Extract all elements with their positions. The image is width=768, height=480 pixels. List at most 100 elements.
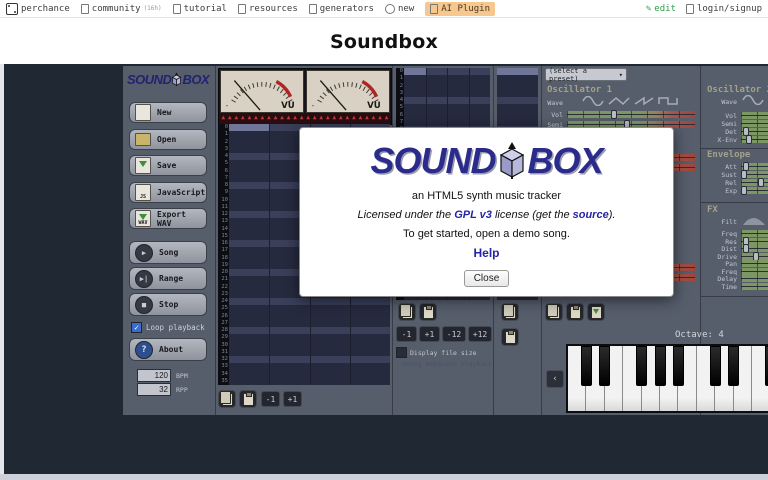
grid-cell[interactable] <box>447 89 469 97</box>
fx-freq-slider[interactable] <box>741 230 768 237</box>
source-link[interactable]: source <box>573 209 609 221</box>
grid-cell[interactable] <box>269 370 309 378</box>
grid-cell[interactable] <box>468 97 491 105</box>
nav-link-resources[interactable]: resources <box>237 3 298 14</box>
grid-cell[interactable] <box>404 104 426 111</box>
black-key[interactable] <box>728 346 740 387</box>
grid-cell[interactable] <box>229 291 269 298</box>
fx-pan-slider[interactable] <box>741 260 768 267</box>
grid-cell[interactable] <box>229 160 269 167</box>
grid-cell[interactable] <box>425 97 448 105</box>
grid-cell[interactable] <box>404 119 426 126</box>
preset-select[interactable]: (select a preset) ▾ <box>545 67 627 83</box>
grid-cell[interactable] <box>229 211 269 218</box>
nav-link-tutorial[interactable]: tutorial <box>172 3 227 14</box>
fx-dist-slider[interactable] <box>741 244 768 253</box>
fx-drive-slider[interactable] <box>741 251 768 261</box>
grid-cell[interactable] <box>447 97 469 105</box>
display-file-size-checkbox[interactable]: Display file size <box>396 347 477 358</box>
range-button[interactable]: ▶| Range <box>129 267 207 290</box>
grid-cell[interactable] <box>309 377 350 385</box>
grid-cell[interactable] <box>425 68 448 76</box>
grid-cell[interactable] <box>497 104 538 111</box>
pattern-paste-button[interactable] <box>419 303 437 321</box>
stop-button[interactable]: ■ Stop <box>129 293 207 316</box>
grid-cell[interactable] <box>468 75 491 83</box>
grid-cell[interactable] <box>229 146 269 153</box>
grid-cell[interactable] <box>229 168 269 175</box>
envelope-sust-slider[interactable] <box>741 170 768 179</box>
grid-cell[interactable] <box>229 204 269 211</box>
grid-cell[interactable] <box>229 189 269 196</box>
grid-cell[interactable] <box>447 82 469 90</box>
grid-cell[interactable] <box>229 371 269 378</box>
grid-cell[interactable] <box>309 341 350 349</box>
fxtrack-paste-button[interactable] <box>501 328 519 346</box>
grid-cell[interactable] <box>229 124 270 132</box>
black-key[interactable] <box>672 346 684 387</box>
grid-cell[interactable] <box>229 233 269 240</box>
envelope-rel-slider[interactable] <box>741 178 768 187</box>
nav-link-new[interactable]: new <box>384 3 414 14</box>
help-link[interactable]: Help <box>473 246 499 260</box>
osc2-semi-slider[interactable] <box>741 120 768 127</box>
grid-cell[interactable] <box>229 197 269 204</box>
grid-cell[interactable] <box>309 312 350 320</box>
grid-cell[interactable] <box>404 75 426 82</box>
grid-cell[interactable] <box>349 319 390 327</box>
grid-cell[interactable] <box>468 111 491 119</box>
instrument-copy-button[interactable] <box>545 303 563 321</box>
grid-cell[interactable] <box>229 349 269 356</box>
grid-cell[interactable] <box>229 175 269 182</box>
grid-cell[interactable] <box>349 356 390 364</box>
grid-cell[interactable] <box>309 319 350 327</box>
grid-cell[interactable] <box>229 342 269 349</box>
pattern-transpose-button[interactable]: -12 <box>442 326 466 342</box>
grid-cell[interactable] <box>229 276 269 283</box>
grid-cell[interactable] <box>349 312 390 320</box>
grid-cell[interactable] <box>447 111 469 119</box>
grid-cell[interactable] <box>229 284 269 291</box>
grid-cell[interactable] <box>468 68 491 76</box>
grid-cell[interactable] <box>269 348 309 356</box>
rpp-input[interactable] <box>137 383 171 396</box>
grid-cell[interactable] <box>269 298 309 306</box>
grid-cell[interactable] <box>229 247 269 254</box>
grid-cell[interactable] <box>404 83 426 90</box>
grid-cell[interactable] <box>404 68 426 76</box>
grid-cell[interactable] <box>229 363 269 370</box>
open-button[interactable]: Open <box>129 129 207 150</box>
grid-cell[interactable] <box>309 327 350 335</box>
grid-cell[interactable] <box>229 327 269 334</box>
grid-cell[interactable] <box>425 75 448 83</box>
black-key[interactable] <box>709 346 721 387</box>
grid-cell[interactable] <box>229 298 269 305</box>
grid-cell[interactable] <box>425 118 448 126</box>
slider-thumb[interactable] <box>611 110 618 119</box>
grid-cell[interactable] <box>229 378 269 385</box>
nav-link-edit[interactable]: ✎ edit <box>646 4 676 14</box>
grid-cell[interactable] <box>447 75 469 83</box>
grid-cell[interactable] <box>229 240 269 247</box>
grid-cell[interactable] <box>309 370 350 378</box>
grid-cell[interactable] <box>229 313 269 320</box>
fx-freq-slider[interactable] <box>741 267 768 275</box>
grid-cell[interactable] <box>309 356 350 364</box>
grid-cell[interactable] <box>269 356 309 364</box>
nav-link-generators[interactable]: generators <box>308 3 374 14</box>
grid-cell[interactable] <box>425 82 448 90</box>
grid-cell[interactable] <box>309 334 350 342</box>
save-button[interactable]: Save <box>129 155 207 176</box>
instrument-paste-button[interactable] <box>566 303 584 321</box>
fxtrack-copy-button[interactable] <box>501 303 519 321</box>
grid-cell[interactable] <box>269 312 309 320</box>
grid-cell[interactable] <box>404 97 426 104</box>
grid-cell[interactable] <box>349 305 390 313</box>
grid-cell[interactable] <box>349 334 390 342</box>
waveform-icons[interactable] <box>741 95 768 105</box>
grid-cell[interactable] <box>309 305 350 313</box>
sequencer-shift-button[interactable]: -1 <box>261 391 280 407</box>
grid-cell[interactable] <box>404 90 426 97</box>
grid-cell[interactable] <box>269 334 309 342</box>
fx-delay-slider[interactable] <box>741 275 768 282</box>
